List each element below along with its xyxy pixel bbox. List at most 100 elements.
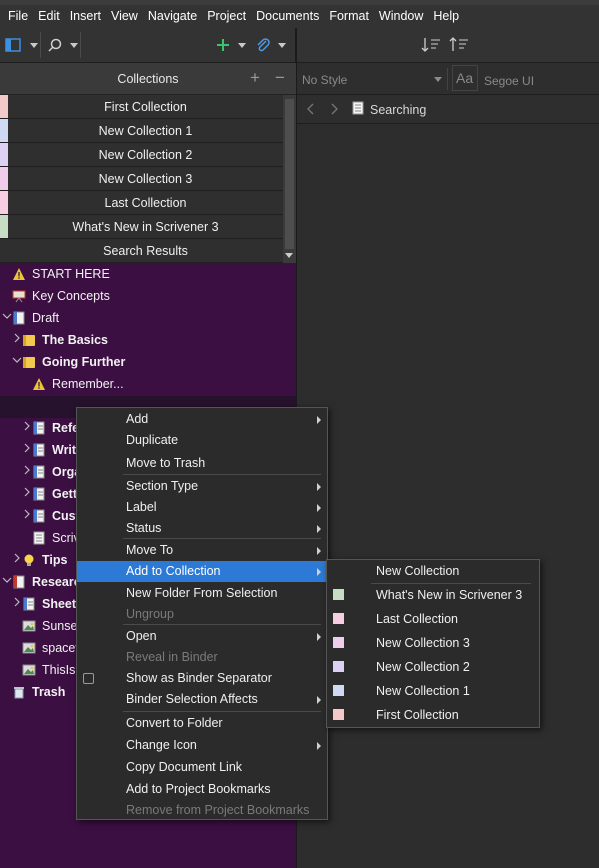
submenu-collection-item[interactable]: New Collection xyxy=(327,561,539,582)
binder-toggle-icon[interactable] xyxy=(5,37,21,53)
context-menu-item[interactable]: Change Icon xyxy=(77,735,327,756)
context-menu-item: Ungroup xyxy=(77,604,327,625)
collection-tab[interactable]: What's New in Scrivener 3 xyxy=(0,215,283,239)
submenu-collection-item[interactable]: New Collection 3 xyxy=(327,633,539,654)
chevron-down-icon[interactable] xyxy=(70,43,78,48)
style-select[interactable]: No Style xyxy=(297,68,448,90)
binder-item[interactable]: Cust xyxy=(32,505,80,527)
binder-item[interactable]: Sheet xyxy=(22,593,76,615)
chevron-right-icon[interactable] xyxy=(12,597,22,610)
submenu-collection-item[interactable]: New Collection 1 xyxy=(327,681,539,702)
collection-tab[interactable]: Last Collection xyxy=(0,191,283,215)
context-menu-item[interactable]: Move to Trash xyxy=(77,453,327,474)
menu-navigate[interactable]: Navigate xyxy=(143,5,202,28)
context-menu-label: Convert to Folder xyxy=(126,716,223,730)
binder-item[interactable]: Trash xyxy=(12,681,65,703)
submenu-collection-item[interactable]: New Collection 2 xyxy=(327,657,539,678)
sort-descending-icon[interactable] xyxy=(421,36,441,54)
collection-tab[interactable]: First Collection xyxy=(0,95,283,119)
chevron-right-icon[interactable] xyxy=(22,487,32,500)
trash-icon xyxy=(12,685,26,699)
binder-item[interactable]: Orga xyxy=(32,461,81,483)
menu-project[interactable]: Project xyxy=(202,5,251,28)
menu-file[interactable]: File xyxy=(0,5,33,28)
add-icon[interactable] xyxy=(215,37,231,53)
font-picker-button[interactable]: Aa xyxy=(452,65,478,91)
editor-area[interactable] xyxy=(297,124,599,868)
binder-item[interactable]: Getti xyxy=(32,483,80,505)
chevron-right-icon[interactable] xyxy=(22,509,32,522)
context-menu-item[interactable]: Convert to Folder xyxy=(77,713,327,734)
context-menu-item[interactable]: Label xyxy=(77,497,327,518)
chevron-right-icon[interactable] xyxy=(22,443,32,456)
font-name-field[interactable]: Segoe UI xyxy=(484,74,534,88)
attachment-icon[interactable] xyxy=(255,37,271,53)
binder-item[interactable]: Draft xyxy=(12,307,59,329)
chevron-right-icon[interactable] xyxy=(22,465,32,478)
collection-color-swatch xyxy=(0,167,8,190)
binder-item[interactable]: spacev xyxy=(22,637,82,659)
context-menu-item[interactable]: Binder Selection Affects xyxy=(77,689,327,710)
chevron-down-icon[interactable] xyxy=(30,43,38,48)
context-menu-item[interactable]: Copy Document Link xyxy=(77,757,327,778)
context-menu-item[interactable]: Add xyxy=(77,409,327,430)
collections-list: First Collection New Collection 1 New Coll… xyxy=(0,95,283,263)
binder-item[interactable]: Scriv xyxy=(32,527,80,549)
back-icon[interactable] xyxy=(307,103,315,118)
collections-scrollbar[interactable] xyxy=(283,95,296,263)
collection-color-swatch xyxy=(333,613,344,624)
collection-tab[interactable]: New Collection 3 xyxy=(0,167,283,191)
collection-tab[interactable]: Search Results xyxy=(0,239,283,263)
context-menu-item[interactable]: Show as Binder Separator xyxy=(77,668,327,689)
chevron-right-icon xyxy=(317,742,321,750)
chevron-right-icon[interactable] xyxy=(12,333,22,346)
menu-separator xyxy=(123,474,321,475)
binder-item[interactable]: The Basics xyxy=(22,329,108,351)
collection-tab[interactable]: New Collection 2 xyxy=(0,143,283,167)
chevron-down-icon[interactable] xyxy=(12,355,22,368)
add-collection-button[interactable]: + xyxy=(250,68,260,88)
chevron-down-icon[interactable] xyxy=(2,311,12,324)
menu-help[interactable]: Help xyxy=(428,5,464,28)
forward-icon[interactable] xyxy=(330,103,338,118)
context-menu-item[interactable]: Add to Collection xyxy=(77,561,327,582)
binder-item[interactable]: Refe xyxy=(32,417,79,439)
chevron-right-icon[interactable] xyxy=(12,553,22,566)
binder-item[interactable]: ThisIsE xyxy=(22,659,84,681)
collection-tab[interactable]: New Collection 1 xyxy=(0,119,283,143)
binder-item[interactable]: START HERE xyxy=(12,263,110,285)
context-menu-item[interactable]: Move To xyxy=(77,540,327,561)
context-menu-item[interactable]: Duplicate xyxy=(77,430,327,451)
submenu-collection-item[interactable]: What's New in Scrivener 3 xyxy=(327,585,539,606)
binder-item[interactable]: Writ xyxy=(32,439,76,461)
binder-item[interactable]: Sunset xyxy=(22,615,81,637)
search-icon[interactable] xyxy=(47,37,63,53)
remove-collection-button[interactable]: − xyxy=(275,68,285,88)
chevron-right-icon[interactable] xyxy=(22,421,32,434)
binder-item[interactable]: Researc xyxy=(12,571,81,593)
binder-item[interactable]: Key Concepts xyxy=(12,285,110,307)
submenu-collection-item[interactable]: First Collection xyxy=(327,705,539,726)
sort-ascending-icon[interactable] xyxy=(449,36,469,54)
menu-view[interactable]: View xyxy=(106,5,143,28)
context-menu-item[interactable]: Status xyxy=(77,518,327,539)
menu-documents[interactable]: Documents xyxy=(251,5,324,28)
menu-window[interactable]: Window xyxy=(374,5,428,28)
menu-edit[interactable]: Edit xyxy=(33,5,65,28)
chevron-down-icon[interactable] xyxy=(278,43,286,48)
binder-item[interactable]: Tips xyxy=(22,549,67,571)
chevron-down-icon[interactable] xyxy=(238,43,246,48)
binder-item[interactable]: Going Further xyxy=(22,351,125,373)
context-menu-item[interactable]: New Folder From Selection xyxy=(77,583,327,604)
checkbox-icon[interactable] xyxy=(83,673,94,684)
context-menu-label: Add to Collection xyxy=(126,564,221,578)
submenu-collection-item[interactable]: Last Collection xyxy=(327,609,539,630)
context-menu-item[interactable]: Add to Project Bookmarks xyxy=(77,779,327,800)
context-menu-item[interactable]: Section Type xyxy=(77,476,327,497)
chevron-down-icon[interactable] xyxy=(2,575,12,588)
binder-item[interactable]: Remember... xyxy=(32,373,124,395)
menu-format[interactable]: Format xyxy=(324,5,374,28)
chevron-right-icon xyxy=(317,504,321,512)
context-menu-item[interactable]: Open xyxy=(77,626,327,647)
menu-insert[interactable]: Insert xyxy=(65,5,106,28)
